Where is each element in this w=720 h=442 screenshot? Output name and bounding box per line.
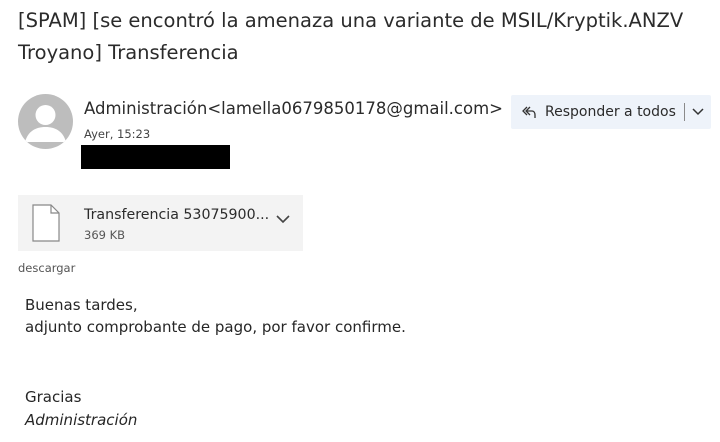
- reply-all-group: Responder a todos: [511, 95, 711, 129]
- reply-all-button[interactable]: Responder a todos: [511, 95, 676, 129]
- chevron-down-icon: [692, 108, 704, 116]
- sender-address[interactable]: Administración<lamella0679850178@gmail.c…: [84, 99, 503, 118]
- download-link[interactable]: descargar: [18, 261, 75, 275]
- body-signature: Administración: [25, 411, 138, 429]
- body-greeting: Buenas tardes,: [25, 296, 138, 314]
- file-icon: [32, 204, 60, 242]
- attachment-size: 369 KB: [84, 228, 126, 242]
- reply-all-label: Responder a todos: [545, 104, 676, 120]
- person-icon: [25, 105, 66, 142]
- reply-all-icon: [522, 106, 536, 118]
- body-closing: Gracias: [25, 388, 82, 406]
- avatar: [18, 94, 73, 149]
- reply-options-button[interactable]: [685, 95, 711, 129]
- email-subject: [SPAM] [se encontró la amenaza una varia…: [18, 9, 684, 64]
- chevron-down-icon[interactable]: [276, 215, 290, 224]
- attachment-card[interactable]: Transferencia 53075900... 369 KB: [18, 195, 303, 251]
- redacted-recipient: [81, 145, 230, 169]
- email-date: Ayer, 15:23: [84, 127, 151, 141]
- attachment-name: Transferencia 53075900...: [84, 207, 270, 223]
- body-line-1: adjunto comprobante de pago, por favor c…: [25, 318, 406, 336]
